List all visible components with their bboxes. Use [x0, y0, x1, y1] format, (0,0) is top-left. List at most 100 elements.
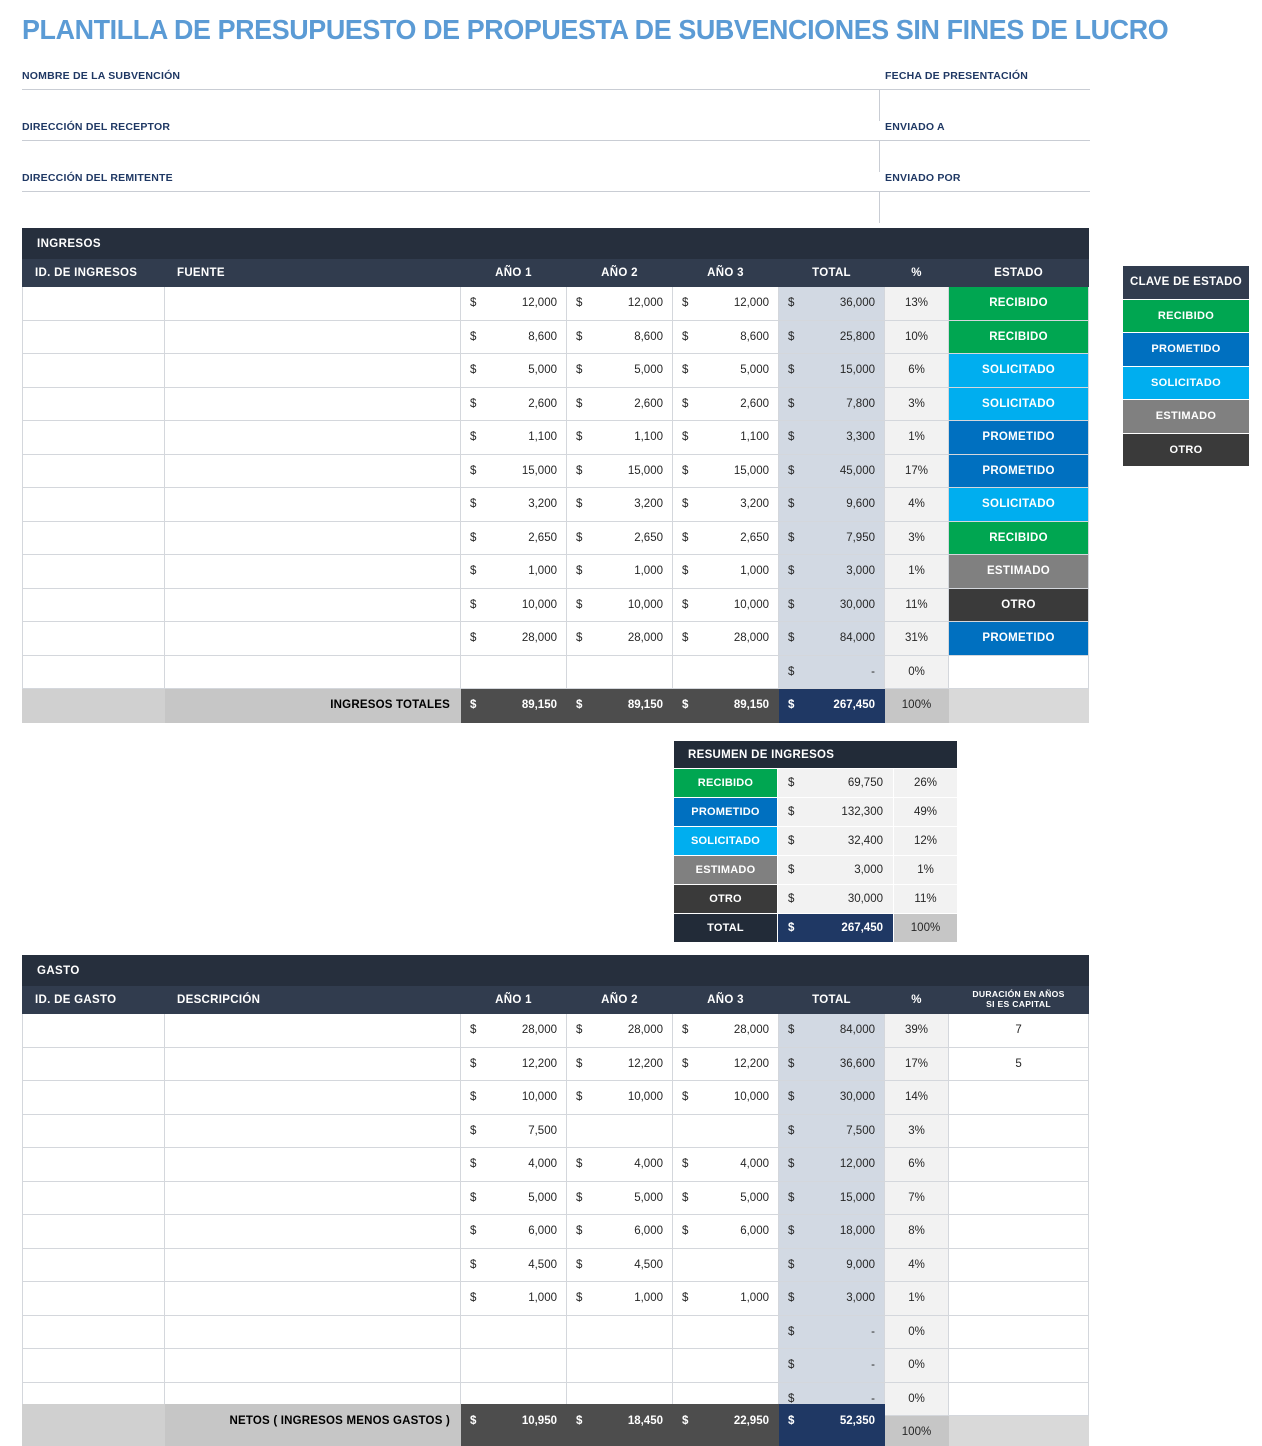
expense-year2-cell[interactable]: $12,200	[566, 1046, 673, 1081]
expense-year2-cell[interactable]: $1,000	[566, 1281, 673, 1316]
income-year2-cell[interactable]: $1,000	[566, 554, 673, 589]
expense-id-cell[interactable]	[22, 1247, 165, 1282]
income-year2-cell[interactable]: $2,650	[566, 520, 673, 555]
expense-duration-cell[interactable]	[947, 1113, 1090, 1148]
expense-year1-cell[interactable]: $6,000	[460, 1214, 567, 1249]
income-source-cell[interactable]	[164, 587, 461, 622]
expense-year1-cell[interactable]	[460, 1348, 567, 1383]
status-key-item-recibido[interactable]: RECIBIDO	[1122, 298, 1250, 333]
income-source-cell[interactable]	[164, 286, 461, 321]
income-source-cell[interactable]	[164, 319, 461, 354]
income-year1-cell[interactable]: $5,000	[460, 353, 567, 388]
income-year2-cell[interactable]: $28,000	[566, 621, 673, 656]
expense-year3-cell[interactable]: $1,000	[672, 1281, 779, 1316]
status-key-item-solicitado[interactable]: SOLICITADO	[1122, 365, 1250, 400]
status-key-item-estimado[interactable]: ESTIMADO	[1122, 399, 1250, 434]
expense-year2-cell[interactable]: $28,000	[566, 1013, 673, 1048]
expense-total-cell[interactable]: $15,000	[778, 1180, 885, 1215]
income-year3-cell[interactable]: $15,000	[672, 453, 779, 488]
expense-id-cell[interactable]	[22, 1080, 165, 1115]
income-id-cell[interactable]	[22, 453, 165, 488]
expense-duration-cell[interactable]	[947, 1281, 1090, 1316]
expense-year3-cell[interactable]: $12,200	[672, 1046, 779, 1081]
net-year2[interactable]: $18,450	[566, 1404, 673, 1439]
expense-id-cell[interactable]	[22, 1348, 165, 1383]
expense-year3-cell[interactable]: $5,000	[672, 1180, 779, 1215]
income-source-cell[interactable]	[164, 520, 461, 555]
income-year3-cell[interactable]: $1,000	[672, 554, 779, 589]
expense-description-cell[interactable]	[164, 1214, 461, 1249]
expense-year2-cell[interactable]: $5,000	[566, 1180, 673, 1215]
expense-id-cell[interactable]	[22, 1013, 165, 1048]
expense-year1-cell[interactable]: $12,200	[460, 1046, 567, 1081]
expense-description-cell[interactable]	[164, 1080, 461, 1115]
income-source-cell[interactable]	[164, 487, 461, 522]
expense-duration-cell[interactable]: 7	[947, 1013, 1090, 1048]
expense-id-cell[interactable]	[22, 1046, 165, 1081]
income-id-cell[interactable]	[22, 654, 165, 689]
income-status-badge[interactable]: PROMETIDO	[947, 453, 1090, 488]
income-year2-cell[interactable]: $2,600	[566, 386, 673, 421]
income-year3-cell[interactable]: $2,600	[672, 386, 779, 421]
expense-total-cell[interactable]: $12,000	[778, 1147, 885, 1182]
income-total-cell[interactable]: $7,800	[778, 386, 885, 421]
income-status-badge[interactable]: PROMETIDO	[947, 420, 1090, 455]
expense-duration-cell[interactable]	[947, 1381, 1090, 1416]
income-id-cell[interactable]	[22, 286, 165, 321]
expense-total-cell[interactable]: $18,000	[778, 1214, 885, 1249]
income-total-cell[interactable]: $3,300	[778, 420, 885, 455]
expense-duration-cell[interactable]	[947, 1180, 1090, 1215]
expense-year1-cell[interactable]: $10,000	[460, 1080, 567, 1115]
expense-year2-cell[interactable]	[566, 1113, 673, 1148]
expense-id-cell[interactable]	[22, 1180, 165, 1215]
income-source-cell[interactable]	[164, 621, 461, 656]
expense-year3-cell[interactable]	[672, 1247, 779, 1282]
income-year2-cell[interactable]: $15,000	[566, 453, 673, 488]
expense-duration-cell[interactable]	[947, 1348, 1090, 1383]
expense-year1-cell[interactable]: $7,500	[460, 1113, 567, 1148]
expense-year1-cell[interactable]: $4,500	[460, 1247, 567, 1282]
income-year3-cell[interactable]: $12,000	[672, 286, 779, 321]
expense-description-cell[interactable]	[164, 1013, 461, 1048]
income-source-cell[interactable]	[164, 420, 461, 455]
income-source-cell[interactable]	[164, 353, 461, 388]
income-status-badge[interactable]: RECIBIDO	[947, 520, 1090, 555]
income-status-badge[interactable]: RECIBIDO	[947, 319, 1090, 354]
income-id-cell[interactable]	[22, 353, 165, 388]
income-id-cell[interactable]	[22, 621, 165, 656]
net-year3[interactable]: $22,950	[672, 1404, 779, 1439]
expense-duration-cell[interactable]	[947, 1247, 1090, 1282]
income-year3-cell[interactable]: $10,000	[672, 587, 779, 622]
income-year1-cell[interactable]: $2,650	[460, 520, 567, 555]
income-year3-cell[interactable]: $1,100	[672, 420, 779, 455]
expense-year1-cell[interactable]: $4,000	[460, 1147, 567, 1182]
expense-year2-cell[interactable]: $4,500	[566, 1247, 673, 1282]
expense-year3-cell[interactable]	[672, 1348, 779, 1383]
income-total-cell[interactable]: $9,600	[778, 487, 885, 522]
income-id-cell[interactable]	[22, 587, 165, 622]
income-total-cell[interactable]: $15,000	[778, 353, 885, 388]
expense-year2-cell[interactable]	[566, 1348, 673, 1383]
expense-year1-cell[interactable]	[460, 1314, 567, 1349]
income-total-cell[interactable]: $45,000	[778, 453, 885, 488]
income-id-cell[interactable]	[22, 520, 165, 555]
expense-description-cell[interactable]	[164, 1046, 461, 1081]
expense-duration-cell[interactable]	[947, 1080, 1090, 1115]
expense-id-cell[interactable]	[22, 1281, 165, 1316]
expense-year2-cell[interactable]: $10,000	[566, 1080, 673, 1115]
income-total-cell[interactable]: $ -	[778, 654, 885, 689]
income-id-cell[interactable]	[22, 386, 165, 421]
expense-year1-cell[interactable]: $5,000	[460, 1180, 567, 1215]
expense-year3-cell[interactable]	[672, 1314, 779, 1349]
income-year1-cell[interactable]: $1,000	[460, 554, 567, 589]
expense-total-cell[interactable]: $84,000	[778, 1013, 885, 1048]
expense-total-cell[interactable]: $30,000	[778, 1080, 885, 1115]
income-year3-cell[interactable]: $28,000	[672, 621, 779, 656]
income-totals-year3[interactable]: $89,150	[672, 688, 779, 723]
income-year1-cell[interactable]: $8,600	[460, 319, 567, 354]
expense-description-cell[interactable]	[164, 1247, 461, 1282]
status-key-item-otro[interactable]: OTRO	[1122, 432, 1250, 467]
expense-description-cell[interactable]	[164, 1281, 461, 1316]
income-id-cell[interactable]	[22, 420, 165, 455]
expense-year2-cell[interactable]: $4,000	[566, 1147, 673, 1182]
